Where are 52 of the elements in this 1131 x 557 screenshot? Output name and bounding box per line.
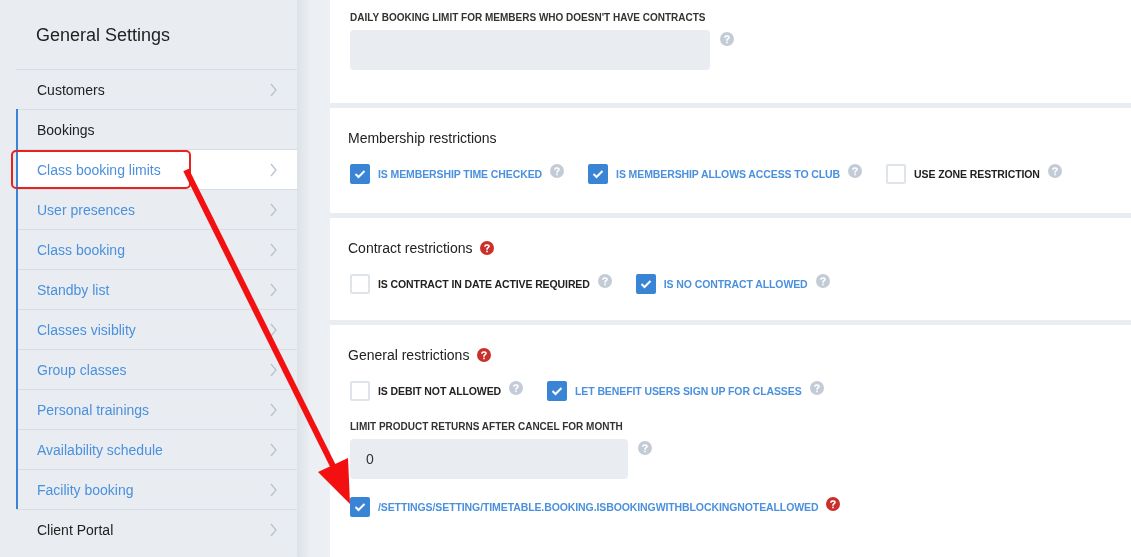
chevron-right-icon — [270, 322, 277, 337]
checkmark-icon — [592, 169, 605, 179]
menu-label: Customers — [37, 81, 105, 98]
chevron-right-icon — [270, 402, 277, 417]
section-title: Membership restrictions — [348, 130, 497, 146]
submenu-label: Classes visiblity — [37, 321, 136, 338]
checkbox[interactable] — [350, 497, 370, 517]
help-icon[interactable] — [477, 348, 492, 362]
submenu-label: Personal trainings — [37, 401, 150, 418]
chevron-right-icon — [270, 362, 277, 377]
chevron-right-icon — [270, 482, 277, 497]
help-icon[interactable] — [480, 241, 495, 255]
checkbox[interactable] — [635, 274, 656, 294]
checkbox-label: IS NO CONTRACT ALLOWED — [663, 278, 808, 290]
chevron-right-icon — [270, 202, 277, 217]
input-field[interactable]: 0 — [350, 439, 628, 479]
menu-label: Client Portal — [37, 521, 114, 538]
submenu-label: User presences — [37, 201, 136, 218]
submenu-label: Availability schedule — [37, 441, 163, 458]
chevron-right-icon — [270, 242, 277, 257]
section-title: Contract restrictions — [348, 240, 473, 256]
submenu-label: Class booking limits — [37, 161, 161, 178]
checkmark-icon — [551, 386, 564, 396]
submenu-item[interactable]: Personal trainings — [18, 389, 297, 429]
submenu-label: Group classes — [37, 361, 127, 378]
field-label: DAILY BOOKING LIMIT FOR MEMBERS WHO DOESN'T HAVE CONTRACTS — [350, 12, 707, 23]
checkmark-icon — [354, 502, 366, 512]
checkmark-icon — [639, 279, 652, 289]
field-label: LIMIT PRODUCT RETURNS AFTER CANCEL FOR MONTH — [350, 421, 624, 432]
checkbox-label: IS DEBIT NOT ALLOWED — [378, 385, 502, 397]
chevron-right-icon — [270, 82, 277, 97]
chevron-right-icon — [270, 162, 277, 177]
chevron-right-icon — [270, 442, 277, 457]
section-title: General restrictions — [348, 347, 470, 363]
checkmark-icon — [354, 169, 366, 179]
help-icon[interactable] — [826, 497, 841, 511]
checkbox-label: IS MEMBERSHIP ALLOWS ACCESS TO CLUB — [616, 168, 841, 180]
checkbox-label: LET BENEFIT USERS SIGN UP FOR CLASSES — [575, 385, 802, 397]
menu-item[interactable]: Bookings — [37, 121, 95, 138]
checkbox-label: /SETTINGS/SETTING/TIMETABLE.BOOKING.ISBOOKINGWITHBLOCKINGNOTEALLOWED — [378, 501, 819, 513]
chevron-right-icon — [270, 522, 277, 537]
checkbox-label: IS MEMBERSHIP TIME CHECKED — [378, 168, 543, 180]
chevron-right-icon — [270, 282, 277, 297]
sidebar-title: General Settings — [35, 24, 172, 47]
checkbox-label: USE ZONE RESTRICTION — [914, 168, 1040, 180]
checkbox-label: IS CONTRACT IN DATE ACTIVE REQUIRED — [378, 278, 590, 290]
submenu-label: Standby list — [37, 281, 110, 298]
checkbox[interactable] — [547, 381, 568, 401]
checkbox[interactable] — [350, 164, 370, 184]
submenu-label: Class booking — [37, 241, 125, 258]
checkbox[interactable] — [588, 164, 609, 184]
submenu-label: Facility booking — [37, 481, 134, 498]
